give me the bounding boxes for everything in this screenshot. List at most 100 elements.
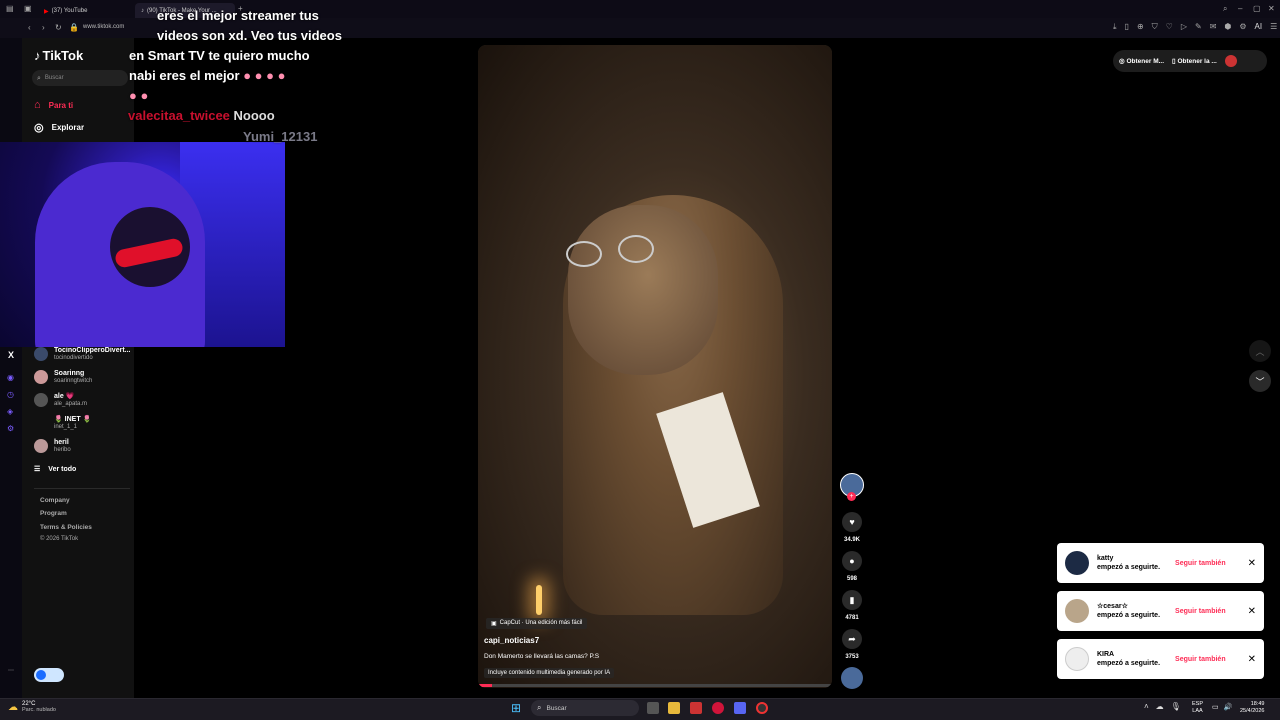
following-account[interactable]: ale 💗 ale_apata.m	[34, 393, 87, 408]
share-button[interactable]: ➦	[842, 629, 862, 649]
following-account[interactable]: Soarinng soarinngtwitch	[34, 370, 92, 385]
music-disc[interactable]	[841, 667, 863, 689]
history-icon[interactable]: ◷	[7, 391, 14, 399]
chat-icon[interactable]: ✉	[1210, 23, 1217, 31]
nav-label: Explorar	[51, 123, 85, 132]
tab-youtube[interactable]: ▶ (37) YouTube	[38, 3, 130, 19]
candle-flame	[536, 585, 542, 615]
rail-bottom-icon[interactable]: ⋯	[8, 668, 14, 674]
file-explorer-icon[interactable]	[668, 702, 680, 714]
forward-icon[interactable]: ›	[42, 24, 45, 32]
save-button[interactable]: ▮	[842, 590, 862, 610]
zoom-icon[interactable]: ⊕	[1137, 23, 1144, 31]
footer-terms[interactable]: Terms & Policies	[40, 524, 92, 531]
account-username: tocinodivertido	[54, 355, 93, 361]
footer-program[interactable]: Program	[40, 510, 67, 517]
comment-button[interactable]: ●	[842, 551, 862, 571]
taskbar-search[interactable]: ⌕ Buscar	[531, 700, 639, 716]
notif-text: empezó a seguirte.	[1097, 660, 1161, 667]
close-icon[interactable]: ✕	[1248, 606, 1256, 617]
heart-icon[interactable]: ♡	[1166, 23, 1173, 31]
chevron-up-icon[interactable]: ˄	[1144, 702, 1149, 711]
back-icon[interactable]: ‹	[28, 24, 31, 32]
nav-para-ti[interactable]: ⌂ Para ti	[34, 99, 73, 111]
obs-icon[interactable]	[756, 702, 768, 714]
play-icon[interactable]: ▷	[1181, 23, 1187, 31]
minimize-icon[interactable]: –	[1238, 5, 1242, 13]
avatar	[34, 370, 48, 384]
follow-back-button[interactable]: Seguir también	[1175, 608, 1226, 615]
video-author[interactable]: capi_noticias7	[484, 636, 539, 645]
follow-back-button[interactable]: Seguir también	[1175, 560, 1226, 567]
tab-list-icon[interactable]: ▣	[24, 5, 32, 13]
capcut-badge[interactable]: ▣ CapCut · Una edición más fácil	[486, 618, 588, 629]
reader-icon[interactable]: ▯	[1125, 23, 1129, 31]
task-view-icon[interactable]	[647, 702, 659, 714]
url-field[interactable]: www.tiktok.com	[83, 24, 124, 30]
notif-name: ☆cesar☆	[1097, 603, 1128, 610]
close-icon[interactable]: ✕	[1248, 654, 1256, 665]
footer-company[interactable]: Company	[40, 497, 70, 504]
profile-avatar[interactable]	[1224, 55, 1237, 67]
avatar	[34, 439, 48, 453]
see-all-label: Ver todo	[48, 465, 77, 473]
chevron-up-icon: ︿	[1255, 346, 1265, 357]
puzzle-icon[interactable]: ✎	[1195, 23, 1202, 31]
follow-notification: KIRA empezó a seguirte. Seguir también ✕	[1057, 639, 1264, 679]
network-volume[interactable]: ▭ 🔊	[1212, 703, 1232, 711]
close-icon[interactable]: ✕	[1248, 558, 1256, 569]
download-icon[interactable]: ⤓	[1113, 23, 1117, 31]
follow-back-button[interactable]: Seguir también	[1175, 656, 1226, 663]
settings-rail-icon[interactable]: ⚙	[7, 425, 14, 433]
rail-icon-3[interactable]: ◈	[7, 408, 13, 416]
following-account[interactable]: TocinoClipperoDivert... tocinodivertido	[34, 347, 131, 362]
previous-video-button[interactable]: ︿	[1249, 340, 1271, 362]
notif-text: empezó a seguirte.	[1097, 564, 1161, 571]
account-username: inet_1_1	[54, 424, 78, 430]
notif-text: empezó a seguirte.	[1097, 612, 1161, 619]
microphone-icon[interactable]: 🎙	[1171, 702, 1181, 711]
x-icon[interactable]: X	[8, 350, 14, 360]
reload-icon[interactable]: ↻	[55, 24, 62, 32]
ai-button[interactable]: AI	[1255, 23, 1263, 31]
get-coins-label: Obtener M...	[1126, 58, 1165, 65]
gear-icon[interactable]: ⚙	[1239, 23, 1246, 31]
tiktok-logo[interactable]: ♪ TikTok	[34, 48, 83, 63]
more-icon[interactable]: ☰	[1270, 23, 1277, 31]
shield-icon[interactable]: ⛉	[1152, 23, 1158, 31]
nav-explorar[interactable]: ◎ Explorar	[34, 121, 84, 134]
language-indicator[interactable]: ESP LAA	[1192, 701, 1203, 715]
discord-icon[interactable]	[734, 702, 746, 714]
glasses-right	[618, 235, 654, 263]
search-placeholder: Buscar	[44, 75, 64, 81]
home-icon: ⌂	[34, 99, 41, 111]
tiktok-sidebar: ♪ TikTok ⌕ Buscar ⌂ Para ti ◎ Explorar T…	[22, 38, 134, 698]
search-box[interactable]: ⌕ Buscar	[32, 70, 128, 86]
next-video-button[interactable]: ﹀	[1249, 370, 1271, 392]
follow-plus-icon[interactable]: +	[847, 492, 856, 501]
rail-icon-1[interactable]: ◉	[7, 374, 14, 382]
avatar	[1065, 647, 1089, 671]
get-app-button[interactable]: ▯ Obtener la ...	[1172, 57, 1217, 65]
browser-menu-icon[interactable]: ▤	[6, 5, 14, 13]
opera-icon[interactable]	[712, 702, 724, 714]
search-icon[interactable]: ⌕	[1223, 5, 1227, 13]
extensions-icon[interactable]: ⬢	[1224, 23, 1231, 31]
lock-icon: 🔒	[69, 23, 79, 32]
clock[interactable]: 18:49 25/4/2026	[1240, 701, 1264, 715]
onedrive-icon[interactable]: ☁	[1156, 702, 1164, 711]
get-coins-button[interactable]: ◎ Obtener M...	[1119, 57, 1164, 65]
capcut-label: CapCut · Una edición más fácil	[499, 620, 583, 626]
following-account[interactable]: 🌷 INET 🌷 inet_1_1	[34, 416, 91, 431]
see-all-link[interactable]: ☰ Ver todo	[34, 465, 77, 474]
following-account[interactable]: heril heribo	[34, 439, 71, 454]
video-player[interactable]: ▣ CapCut · Una edición más fácil capi_no…	[478, 45, 832, 688]
app-icon[interactable]	[690, 702, 702, 714]
weather-widget[interactable]: ☁ 22°C Parc. nublado	[8, 701, 56, 713]
like-button[interactable]: ♥	[842, 512, 862, 532]
progress-track[interactable]	[478, 684, 832, 687]
toggle-switch[interactable]	[34, 668, 64, 682]
close-window-icon[interactable]: ✕	[1268, 5, 1275, 13]
maximize-icon[interactable]: ▢	[1253, 5, 1261, 13]
start-icon[interactable]: ⊞	[511, 702, 521, 714]
